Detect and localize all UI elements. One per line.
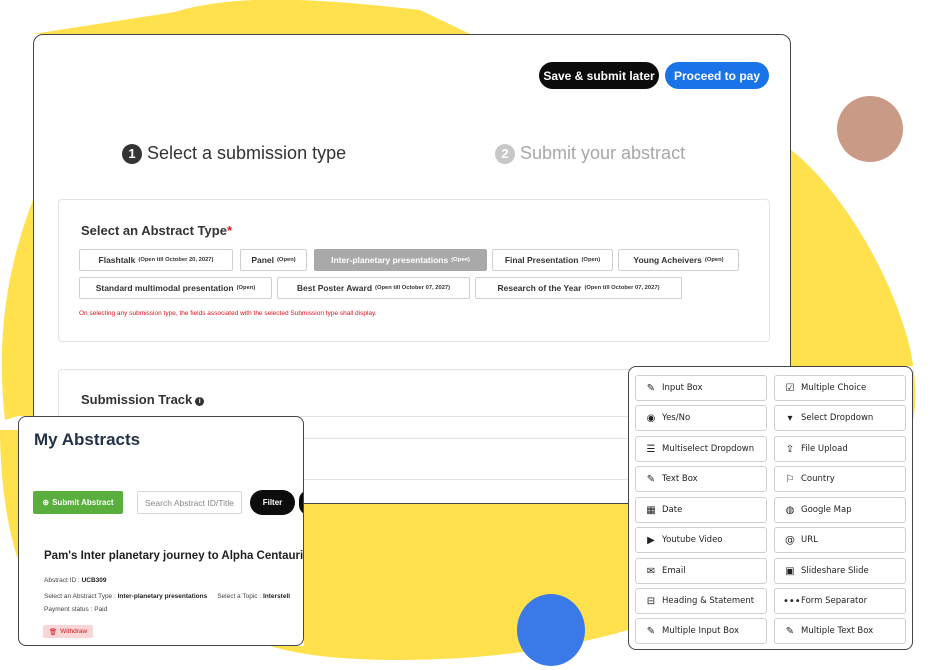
field-google-map[interactable]: ◍ Google Map (774, 497, 906, 523)
step-1-number: 1 (122, 143, 142, 164)
field-yes-no[interactable]: ◉ Yes/No (635, 405, 767, 431)
field-multiselect-dropdown[interactable]: ☰ Multiselect Dropdown (635, 436, 767, 462)
globe-icon: ◍ (785, 504, 795, 516)
step-2-number: 2 (495, 143, 515, 164)
abstract-type-heading: Select an Abstract Type* (81, 223, 233, 238)
step-2-label: Submit your abstract (520, 143, 686, 163)
decorative-circle-brown (837, 96, 903, 162)
abstract-type-option-young-acheivers[interactable]: Young Acheivers (Open) (618, 249, 739, 271)
filter-button[interactable]: Filter (250, 490, 295, 515)
calendar-icon: ▦ (646, 504, 656, 516)
flag-icon: ⚐ (785, 473, 795, 485)
field-multiple-input-box[interactable]: ✎ Multiple Input Box (635, 618, 767, 644)
field-form-separator[interactable]: ••• Form Separator (774, 588, 906, 614)
list-icon: ☰ (646, 443, 656, 455)
envelope-icon: ✉ (646, 565, 656, 577)
field-file-upload[interactable]: ⇪ File Upload (774, 436, 906, 462)
checkbox-icon: ☑ (785, 382, 795, 394)
field-email[interactable]: ✉ Email (635, 558, 767, 584)
abstract-type-option-research-of-year[interactable]: Research of the Year (Open till October 0… (475, 277, 682, 299)
abstract-type-option-standard-multimodal[interactable]: Standard multimodal presentation (Open) (79, 277, 272, 299)
field-select-dropdown[interactable]: ▾ Select Dropdown (774, 405, 906, 431)
at-icon: @ (785, 534, 795, 546)
withdraw-button[interactable]: 🗑 Withdraw (43, 625, 93, 638)
info-icon[interactable]: i (195, 397, 205, 406)
abstract-type-info: Select an Abstract Type : Inter-planetar… (44, 593, 291, 600)
field-text-box[interactable]: ✎ Text Box (635, 466, 767, 492)
submit-abstract-button[interactable]: ⊕ Submit Abstract (33, 491, 123, 514)
abstract-type-option-final-presentation[interactable]: Final Presentation (Open) (492, 249, 613, 271)
edit-icon: ✎ (646, 382, 656, 394)
step-1-label: Select a submission type (147, 143, 347, 163)
abstract-type-option-flashtalk[interactable]: Flashtalk (Open till October 20, 2027) (79, 249, 233, 271)
my-abstracts-title: My Abstracts (34, 430, 141, 449)
edit-icon: ✎ (646, 625, 656, 637)
proceed-to-pay-button[interactable]: Proceed to pay (665, 62, 769, 89)
youtube-icon: ▶ (647, 534, 655, 546)
field-multiple-choice[interactable]: ☑ Multiple Choice (774, 375, 906, 401)
slideshare-icon: ▣ (785, 565, 795, 577)
my-abstracts-card: My Abstracts ⊕ Submit Abstract Search Abs… (18, 416, 304, 646)
field-input-box[interactable]: ✎ Input Box (635, 375, 767, 401)
save-submit-later-button[interactable]: Save & submit later (539, 62, 659, 89)
abstract-type-option-inter-planetary[interactable]: Inter-planetary presentations (Open) (314, 249, 487, 271)
field-date[interactable]: ▦ Date (635, 497, 767, 523)
edit-icon: ✎ (785, 625, 795, 637)
field-country[interactable]: ⚐ Country (774, 466, 906, 492)
field-youtube-video[interactable]: ▶ Youtube Video (635, 527, 767, 553)
field-multiple-text-box[interactable]: ✎ Multiple Text Box (774, 618, 906, 644)
submission-track-heading: Submission Track i (81, 392, 205, 407)
more-button[interactable] (299, 490, 303, 515)
field-url[interactable]: @ URL (774, 527, 906, 553)
required-mark: * (226, 223, 233, 238)
abstract-type-option-best-poster[interactable]: Best Poster Award (Open till October 07, … (277, 277, 470, 299)
selection-warning: On selecting any submission type, the fi… (79, 310, 377, 317)
payment-status: Payment status : Paid (44, 606, 108, 613)
step-2: 2 Submit your abstract (495, 143, 685, 164)
field-types-palette: ✎ Input Box ☑ Multiple Choice ◉ Yes/No ▾ Sel… (628, 366, 913, 650)
step-1: 1 Select a submission type (122, 143, 346, 164)
abstract-type-card: Select an Abstract Type* Flashtalk (Open … (58, 199, 770, 342)
abstract-type-option-panel[interactable]: Panel (Open) (240, 249, 307, 271)
abstract-id: Abstract ID : UCB309 (44, 577, 107, 584)
abstract-title[interactable]: Pam's Inter planetary journey to Alpha C… (44, 550, 303, 562)
caret-down-icon: ▾ (787, 412, 793, 424)
radio-icon: ◉ (646, 412, 656, 424)
ellipsis-icon: ••• (783, 595, 801, 607)
trash-icon: 🗑 (48, 628, 58, 636)
plus-circle-icon: ⊕ (42, 498, 50, 507)
field-slideshare-slide[interactable]: ▣ Slideshare Slide (774, 558, 906, 584)
heading-icon: ⊟ (646, 595, 656, 607)
decorative-circle-blue (517, 594, 585, 666)
edit-icon: ✎ (646, 473, 656, 485)
search-abstract-input[interactable]: Search Abstract ID/Title (137, 491, 242, 514)
upload-icon: ⇪ (785, 443, 795, 455)
field-heading-statement[interactable]: ⊟ Heading & Statement (635, 588, 767, 614)
